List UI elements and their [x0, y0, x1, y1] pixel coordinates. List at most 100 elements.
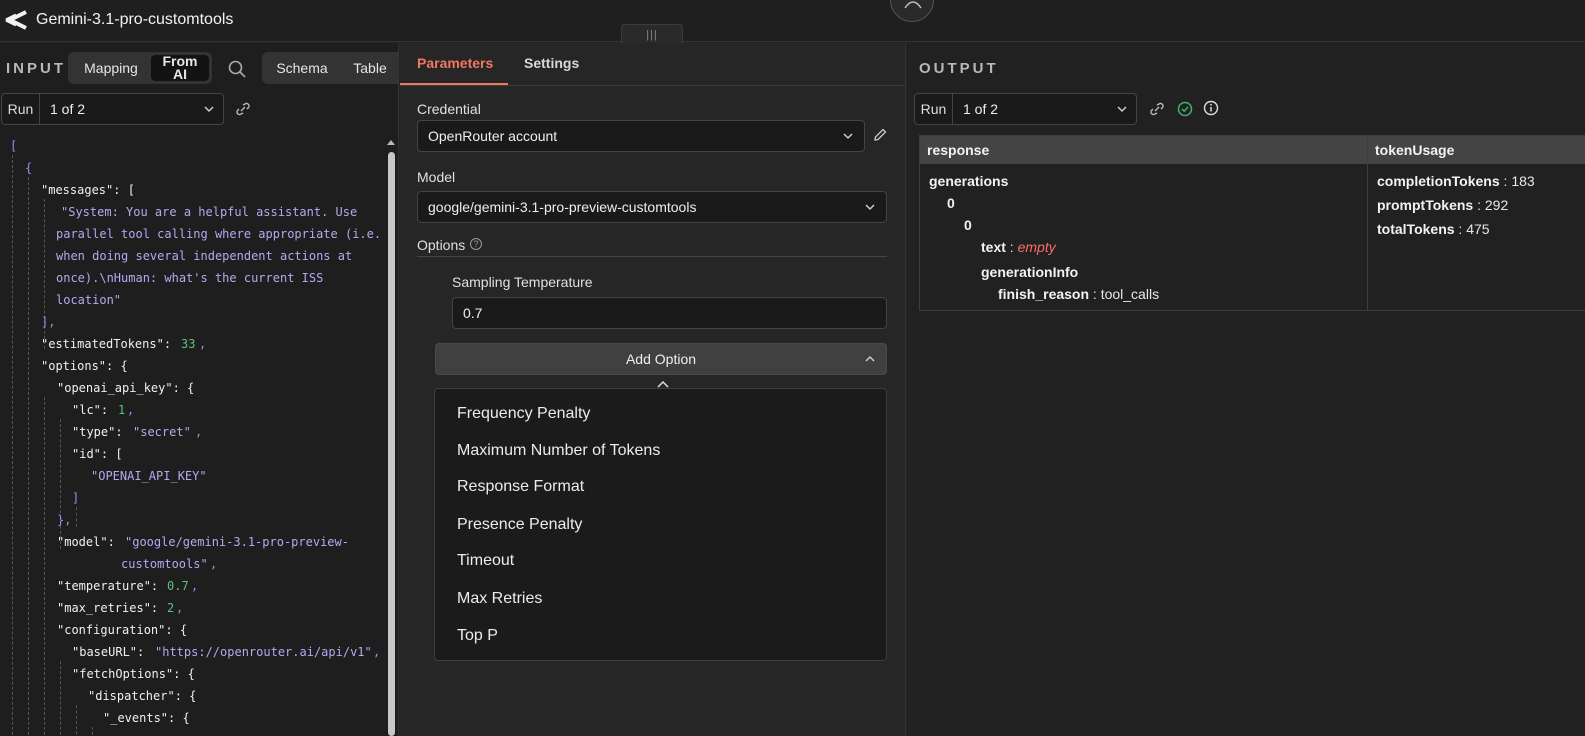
- json-line: "configuration": {: [57, 623, 188, 637]
- tabs-divider: [400, 85, 906, 86]
- json-number: 0.7: [167, 579, 189, 593]
- output-table: response tokenUsage generations 0 0 text…: [919, 135, 1585, 311]
- model-value: google/gemini-3.1-pro-preview-customtool…: [428, 199, 697, 215]
- json-line: "dispatcher": {: [88, 689, 197, 703]
- json-line: once).\nHuman: what's the current ISS: [56, 271, 324, 285]
- json-line: when doing several independent actions a…: [56, 249, 353, 263]
- option-timeout[interactable]: Timeout: [457, 552, 514, 570]
- generations-index: 0: [947, 195, 955, 211]
- json-punct: ,: [176, 601, 184, 615]
- parameters-panel: Parameters Settings Credential OpenRoute…: [400, 43, 906, 736]
- json-string: customtools": [121, 557, 208, 571]
- add-option-button[interactable]: Add Option: [435, 343, 887, 375]
- output-label: OUTPUT: [919, 60, 999, 77]
- user-avatar[interactable]: [890, 0, 934, 22]
- json-number: 2: [167, 601, 175, 615]
- option-maximum-number-of-tokens[interactable]: Maximum Number of Tokens: [457, 442, 660, 460]
- from-ai-line2: AI: [173, 66, 187, 82]
- model-select[interactable]: google/gemini-3.1-pro-preview-customtool…: [417, 191, 887, 223]
- run-label: Run: [2, 94, 40, 124]
- indent-guide: [12, 155, 13, 736]
- tab-parameters[interactable]: Parameters: [417, 55, 493, 71]
- option-max-retries[interactable]: Max Retries: [457, 590, 542, 608]
- input-label: INPUT: [6, 60, 66, 77]
- credential-label: Credential: [417, 101, 481, 117]
- link-runs-icon[interactable]: [1149, 101, 1165, 117]
- json-key: "max_retries":: [57, 601, 166, 615]
- info-icon[interactable]: [1203, 100, 1219, 116]
- link-runs-icon[interactable]: [235, 101, 251, 117]
- tab-settings[interactable]: Settings: [524, 55, 579, 71]
- success-check-icon: [1177, 101, 1193, 117]
- generation-info-key: generationInfo: [981, 264, 1079, 280]
- scroll-up-arrow-icon[interactable]: [387, 140, 395, 145]
- json-line: ]: [72, 491, 80, 505]
- mapping-mode-button[interactable]: Mapping: [72, 55, 150, 81]
- sampling-temperature-input[interactable]: 0.7: [452, 297, 887, 329]
- option-presence-penalty[interactable]: Presence Penalty: [457, 516, 582, 534]
- indent-guide: [28, 177, 29, 736]
- json-punct: ,: [373, 645, 381, 659]
- json-key: "baseURL":: [72, 645, 152, 659]
- json-punct: ,: [195, 425, 203, 439]
- json-line: "fetchOptions": {: [72, 667, 195, 681]
- credential-select[interactable]: OpenRouter account: [417, 120, 865, 152]
- credential-value: OpenRouter account: [428, 128, 558, 144]
- help-circle-icon[interactable]: ?: [470, 238, 482, 250]
- input-json-viewer: [ { "messages": [ "System: You are a hel…: [0, 135, 385, 736]
- edit-credential-pencil-icon[interactable]: [872, 127, 888, 143]
- input-run-select[interactable]: Run 1 of 2: [1, 93, 224, 125]
- option-response-format[interactable]: Response Format: [457, 478, 584, 496]
- completion-tokens-field: completionTokens : 183: [1377, 173, 1535, 189]
- output-run-select[interactable]: Run 1 of 2: [914, 93, 1137, 125]
- json-key: "model":: [57, 535, 123, 549]
- json-string: "https://openrouter.ai/api/v1": [155, 645, 372, 659]
- options-divider: [417, 256, 887, 257]
- options-label: Options: [417, 237, 466, 253]
- output-table-header: response tokenUsage: [920, 136, 1585, 164]
- table-view-button[interactable]: Table: [342, 55, 398, 81]
- from-ai-mode-button[interactable]: From AI: [151, 54, 209, 82]
- input-mode-toggle: Mapping From AI: [68, 52, 212, 84]
- model-label: Model: [417, 169, 456, 185]
- generations-key: generations: [929, 173, 1009, 189]
- json-line: [: [10, 139, 18, 153]
- json-line: },: [57, 513, 72, 527]
- json-number: 33: [181, 337, 196, 351]
- indent-guide: [76, 705, 77, 736]
- json-punct: ,: [210, 557, 218, 571]
- json-line: "openai_api_key": {: [57, 381, 195, 395]
- generation-index: 0: [964, 217, 972, 233]
- search-icon[interactable]: [227, 59, 247, 79]
- json-line: location": [56, 293, 122, 307]
- top-bar: Gemini-3.1-pro-customtools |||: [0, 0, 1585, 44]
- json-line: ],: [41, 315, 56, 329]
- indent-guide: [92, 727, 93, 736]
- sampling-temperature-label: Sampling Temperature: [452, 274, 593, 290]
- json-line: parallel tool calling where appropriate …: [56, 227, 382, 241]
- json-scroll-thumb[interactable]: [388, 152, 395, 736]
- json-key: "estimatedTokens":: [41, 337, 179, 351]
- option-top-p[interactable]: Top P: [457, 627, 498, 645]
- column-divider: [1367, 136, 1368, 310]
- chevron-down-icon: [843, 133, 853, 140]
- chevron-down-icon: [865, 204, 875, 211]
- json-punct: ,: [199, 337, 207, 351]
- json-key: "type":: [72, 425, 130, 439]
- json-line: "System: You are a helpful assistant. Us…: [61, 205, 358, 219]
- run-value: 1 of 2: [50, 101, 86, 117]
- json-string: "OPENAI_API_KEY": [91, 469, 207, 483]
- panel-drag-handle[interactable]: |||: [621, 24, 683, 44]
- json-key: "temperature":: [57, 579, 166, 593]
- column-response: response: [927, 142, 990, 158]
- back-logo-icon[interactable]: [4, 9, 28, 31]
- add-option-label: Add Option: [625, 351, 697, 367]
- json-line: "id": [: [72, 447, 123, 461]
- prompt-tokens-field: promptTokens : 292: [1377, 197, 1509, 213]
- option-frequency-penalty[interactable]: Frequency Penalty: [457, 405, 590, 423]
- json-string: "secret": [133, 425, 191, 439]
- dropdown-caret-icon: [657, 380, 669, 388]
- schema-view-button[interactable]: Schema: [268, 55, 336, 81]
- user-icon: [904, 1, 922, 9]
- json-line: "messages": [: [41, 183, 135, 197]
